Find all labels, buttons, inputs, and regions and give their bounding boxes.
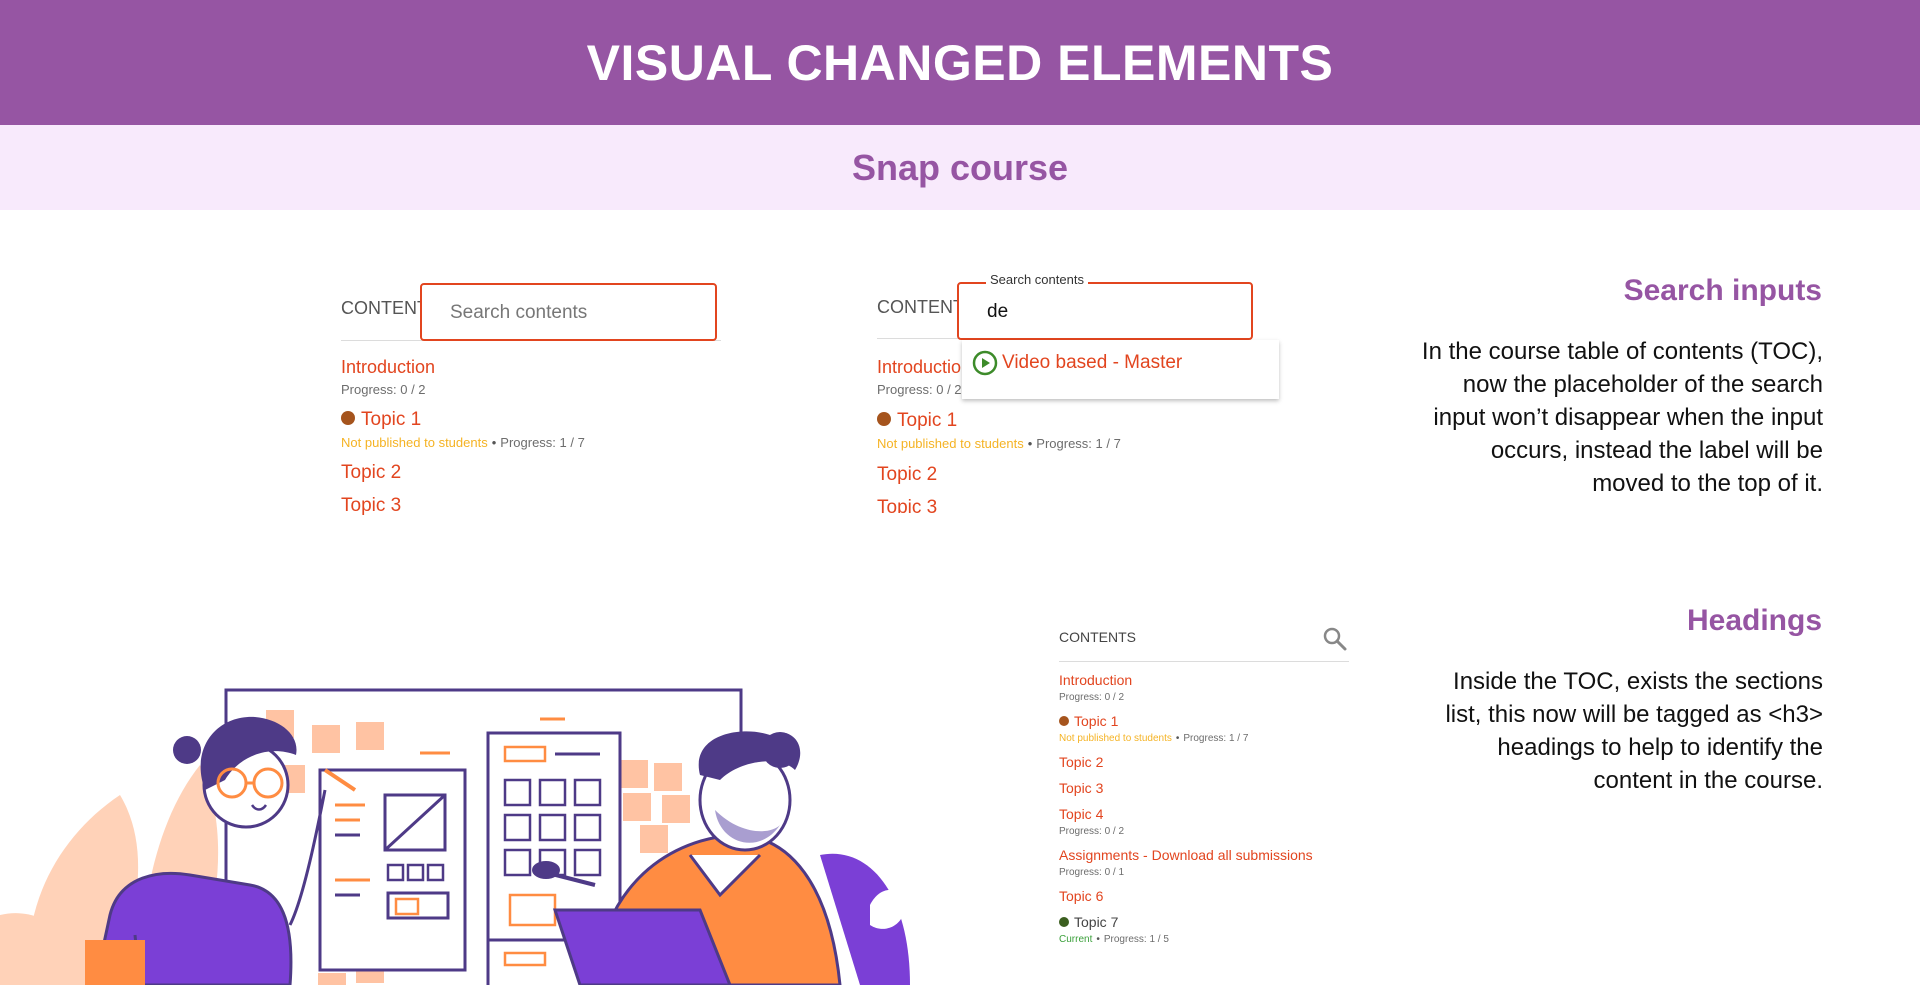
toc-item-topic-3[interactable]: Topic 3 <box>1059 780 1103 796</box>
toc-item-topic-4[interactable]: Topic 4 <box>1059 806 1103 822</box>
not-published-label: Not published to students <box>341 435 488 450</box>
illustration-collaboration <box>0 688 910 985</box>
toc-item-topic-1[interactable]: Topic 1 <box>877 410 957 432</box>
toc-item-progress: Progress: 1 / 5 <box>1103 934 1169 945</box>
section-line: In the course table of contents (TOC), <box>1421 338 1823 365</box>
toc-item-progress: Progress: 0 / 2 <box>1059 692 1125 703</box>
status-dot <box>341 410 355 425</box>
section-line: input won’t disappear when the input <box>1433 404 1823 431</box>
toc-item-progress: Progress: 0 / 1 <box>1059 867 1125 878</box>
toc-item-introduction[interactable]: Introduction <box>877 357 971 378</box>
toc-item-progress: Progress: 1 / 7 <box>500 435 585 450</box>
section-heading-headings: Headings <box>1686 604 1822 637</box>
search-result-item[interactable]: Video based - Master <box>972 350 1182 376</box>
toc-item-progress: Progress: 0 / 2 <box>341 382 426 397</box>
page-subtitle: Snap course <box>851 146 1069 188</box>
toc-item-topic-1[interactable]: Topic 1 <box>341 409 421 431</box>
toc-item-topic-2[interactable]: Topic 2 <box>341 462 401 484</box>
not-published-label: Not published to students <box>1059 733 1172 744</box>
toc-item-label: Topic 7 <box>1074 914 1119 930</box>
toc-item-introduction[interactable]: Introduction <box>341 357 435 378</box>
search-floating-label: Search contents <box>986 272 1088 287</box>
toc-item-topic-2[interactable]: Topic 2 <box>1059 754 1103 770</box>
toc-item-topic-6[interactable]: Topic 6 <box>1059 888 1103 904</box>
toc-item-topic-3[interactable]: Topic 3 <box>877 497 937 513</box>
section-line: list, this now will be tagged as <h3> <box>1445 701 1823 728</box>
status-dot <box>1059 715 1069 726</box>
toc-item-progress: Progress: 1 / 7 <box>1183 733 1249 744</box>
search-input[interactable]: Search contents <box>420 283 717 341</box>
toc-item-label: Topic 1 <box>897 410 958 431</box>
section-line: Inside the TOC, exists the sections <box>1453 668 1823 695</box>
toc-item-progress: Progress: 0 / 2 <box>877 382 962 397</box>
toc-screenshot-floating-label: CONTENTS de Search contents Introduction… <box>865 268 1285 513</box>
toc-item-progress: Progress: 0 / 2 <box>1059 826 1125 837</box>
toc-item-assignments[interactable]: Assignments - Download all submissions <box>1059 847 1313 863</box>
toc-item-meta: Not published to students • Progress: 1 / … <box>1059 733 1249 744</box>
play-circle-icon <box>972 350 998 376</box>
toc-title: CONTENTS <box>1059 629 1136 645</box>
toc-item-meta: Current • Progress: 1 / 5 <box>1059 934 1169 945</box>
section-line: moved to the top of it. <box>1592 470 1823 497</box>
section-line: content in the course. <box>1593 767 1823 794</box>
section-line: headings to help to identify the <box>1497 734 1823 761</box>
toc-screenshot-headings: CONTENTS Introduction Progress: 0 / 2 To… <box>1052 615 1362 955</box>
search-placeholder: Search contents <box>450 302 588 323</box>
search-result-label: Video based - Master <box>1002 352 1183 373</box>
status-dot <box>1059 916 1069 927</box>
toc-item-meta: Not published to students • Progress: 1 / … <box>877 436 1121 451</box>
toc-item-topic-7[interactable]: Topic 7 <box>1059 914 1118 930</box>
toc-divider <box>1059 661 1349 662</box>
toc-item-meta: Not published to students • Progress: 1 / … <box>341 435 585 450</box>
not-published-label: Not published to students <box>877 436 1024 451</box>
status-dot <box>877 411 891 426</box>
search-input[interactable]: de <box>957 282 1253 340</box>
search-results-dropdown: Video based - Master <box>962 340 1279 399</box>
toc-item-topic-3[interactable]: Topic 3 <box>341 495 401 515</box>
toc-item-progress: Progress: 1 / 7 <box>1036 436 1121 451</box>
page-header: VISUAL CHANGED ELEMENTS <box>0 0 1920 125</box>
current-label: Current <box>1059 934 1093 945</box>
section-heading-search-inputs: Search inputs <box>1623 274 1822 307</box>
section-line: now the placeholder of the search <box>1462 371 1823 398</box>
page-subheader: Snap course <box>0 125 1920 210</box>
search-value: de <box>987 301 1009 322</box>
toc-screenshot-placeholder: CONTENTS Search contents Introduction Pr… <box>330 270 730 515</box>
toc-item-label: Topic 1 <box>361 409 422 430</box>
section-line: occurs, instead the label will be <box>1490 437 1823 464</box>
search-icon[interactable] <box>1322 626 1348 652</box>
toc-item-label: Topic 1 <box>1074 713 1119 729</box>
toc-item-topic-2[interactable]: Topic 2 <box>877 464 937 486</box>
toc-item-introduction[interactable]: Introduction <box>1059 672 1132 688</box>
page-title: VISUAL CHANGED ELEMENTS <box>586 34 1334 91</box>
toc-item-topic-1[interactable]: Topic 1 <box>1059 713 1118 729</box>
